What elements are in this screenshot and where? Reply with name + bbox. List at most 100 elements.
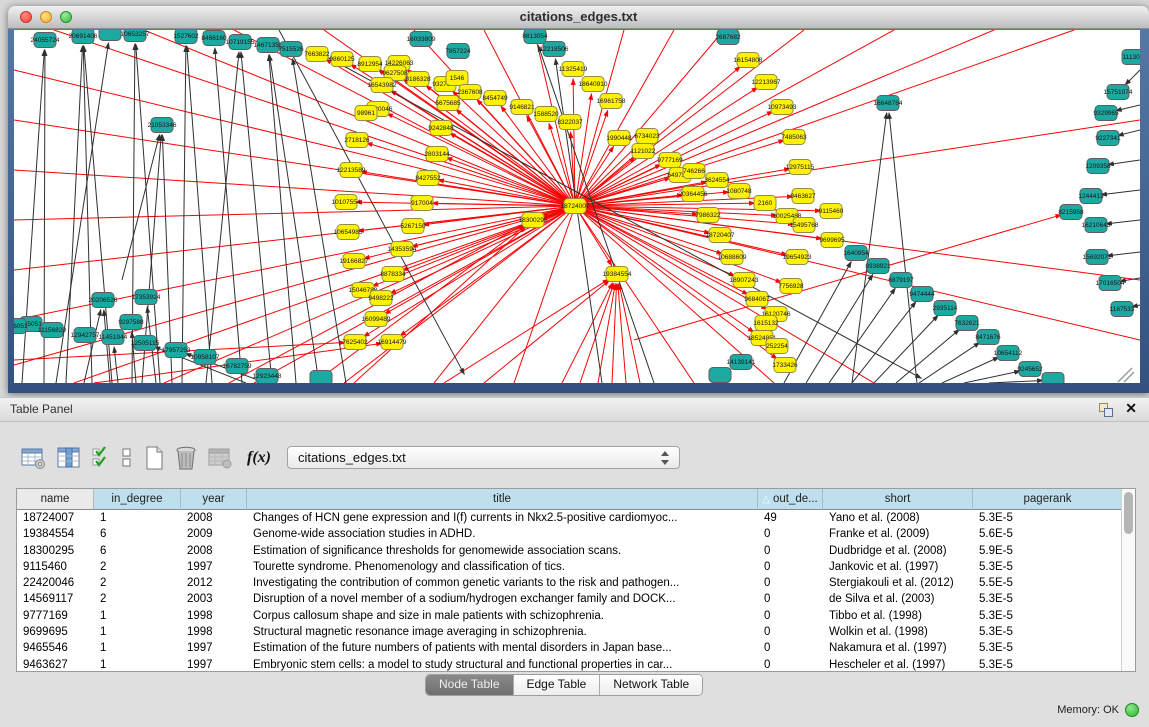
graph-node[interactable]: 9146821 [509,100,535,115]
graph-node[interactable]: 3624554 [704,173,730,188]
graph-node[interactable]: 1733426 [772,358,798,373]
graph-node[interactable]: 15751074 [1104,85,1133,100]
graph-node[interactable]: 8186328 [405,72,431,87]
graph-node[interactable]: 2803144 [424,147,450,162]
function-builder-icon[interactable]: f(x) [243,449,271,467]
zoom-button[interactable] [60,11,72,23]
graph-node[interactable]: 20364456 [679,187,708,202]
graph-node[interactable]: 17957253 [162,343,191,358]
graph-node[interactable]: 18907243 [730,273,759,288]
graph-node[interactable]: 12213967 [752,75,781,90]
resize-grip[interactable] [1118,368,1134,382]
graph-node[interactable]: 1080748 [726,184,752,199]
graph-node[interactable]: 10973493 [768,100,797,115]
graph-node[interactable]: 1167533 [1110,302,1135,317]
graph-node[interactable]: 5675685 [435,96,461,111]
graph-node[interactable]: 5267150 [400,219,426,234]
graph-node[interactable]: 8427552 [415,171,441,186]
table-row[interactable]: 946554611997Estimation of the future num… [17,640,1135,656]
table-row[interactable]: 946362711997Embryonic stem cells: a mode… [17,657,1135,672]
graph-node[interactable]: 17016504 [1096,276,1125,291]
graph-node[interactable]: 19166827 [340,254,369,269]
graph-node[interactable]: 18640910 [579,77,608,92]
graph-node[interactable]: 12213589 [337,163,366,178]
table-mode-icon[interactable] [20,446,47,470]
graph-node[interactable]: 2616051 [14,319,28,334]
graph-node[interactable]: 19384554 [603,267,632,282]
close-panel-icon[interactable]: ✕ [1125,400,1137,417]
column-header[interactable]: name [17,489,94,510]
graph-node[interactable]: 10107554 [332,195,361,210]
graph-node[interactable]: 2160 [754,196,776,211]
column-header[interactable]: pagerank [973,489,1123,510]
graph-node[interactable]: 917004 [411,196,433,211]
graph-node[interactable]: 21053346 [148,118,177,133]
graph-node[interactable]: 10958107 [191,350,220,365]
graph-node[interactable]: 8215958 [1058,205,1084,220]
graph-node[interactable]: 2718126 [344,133,370,148]
graph-node[interactable]: 18724007 [561,199,590,214]
graph-node[interactable]: 15692071 [1083,250,1112,265]
graph-node[interactable]: 10654985 [334,225,363,240]
graph-node[interactable]: 1990448 [606,131,632,146]
graph-node[interactable]: 9498222 [368,291,394,306]
table-row[interactable]: 911546021997Tourette syndrome. Phenomeno… [17,559,1135,575]
table-row[interactable]: 969969511998Structural magnetic resonanc… [17,624,1135,640]
graph-node[interactable] [99,30,121,41]
minimize-button[interactable] [40,11,52,23]
graph-node[interactable]: 9474444 [909,287,935,302]
graph-node[interactable]: 7663822 [304,47,330,62]
graph-node[interactable]: 746266 [683,164,705,179]
tab-node-table[interactable]: Node Table [426,675,514,695]
table-row[interactable]: 1938455462009Genome-wide association stu… [17,526,1135,542]
graph-node[interactable]: 7986322 [695,208,721,223]
graph-node[interactable]: 8878334 [380,267,406,282]
graph-node[interactable]: 9699695 [819,233,845,248]
graph-node[interactable]: 8322037 [557,115,583,130]
table-row[interactable]: 977716911998Corpus callosum shape and si… [17,608,1135,624]
graph-node[interactable]: 7485063 [781,130,807,145]
graph-node[interactable] [1042,373,1064,384]
graph-node[interactable]: 12975115 [786,160,815,175]
table-row[interactable]: 2242004622012Investigating the contribut… [17,575,1135,591]
memory-ok-indicator[interactable] [1125,703,1139,717]
graph-node[interactable]: 16961758 [597,94,626,109]
tab-edge-table[interactable]: Edge Table [514,675,601,695]
graph-node[interactable]: 252254 [766,339,788,354]
clear-selection-icon[interactable] [120,446,134,470]
graph-node[interactable]: 12218506 [540,42,569,57]
graph-node[interactable]: 8813054 [522,30,548,44]
graph-node[interactable]: 9684067 [744,292,770,307]
graph-node[interactable]: 9297588 [118,315,144,330]
graph-node[interactable]: 9242848 [428,121,454,136]
vertical-scrollbar[interactable] [1121,489,1135,671]
graph-node[interactable]: 7632621 [954,316,980,331]
graph-node[interactable]: 12923448 [253,369,282,384]
new-document-icon[interactable] [143,445,165,471]
graph-node[interactable]: 12942757 [71,328,100,343]
graph-node[interactable]: 9115460 [819,204,844,219]
graph-node[interactable]: 1546 [446,71,468,86]
graph-node[interactable]: 10653257 [121,30,150,42]
graph-node[interactable]: 19654923 [783,250,812,265]
graph-node[interactable]: 17353924 [132,290,161,305]
column-header[interactable]: short [823,489,973,510]
graph-node[interactable]: 8466160 [201,31,227,46]
graph-node[interactable]: 18300295 [519,213,548,228]
graph-node[interactable]: 20691406 [69,30,98,44]
network-canvas[interactable]: 2405572420691406106532571527602846616010… [14,30,1140,383]
table-row[interactable]: 1456911722003Disruption of a novel membe… [17,591,1135,607]
graph-node[interactable]: 9860125 [329,52,355,67]
graph-node[interactable]: 14353594 [388,242,417,257]
graph-node[interactable]: 7515526 [278,42,304,57]
graph-node[interactable]: 1121022 [631,144,656,159]
graph-node[interactable]: 10688609 [718,250,747,265]
graph-node[interactable]: 111304 [1122,50,1140,65]
graph-node[interactable]: 2687682 [715,30,741,45]
graph-node[interactable]: 7625402 [342,335,368,350]
graph-node[interactable]: 18720407 [706,228,735,243]
delete-icon[interactable] [174,445,198,471]
graph-node[interactable]: 12505115 [131,336,160,351]
graph-node[interactable]: 7857224 [445,44,471,59]
scrollbar-thumb[interactable] [1124,492,1133,534]
